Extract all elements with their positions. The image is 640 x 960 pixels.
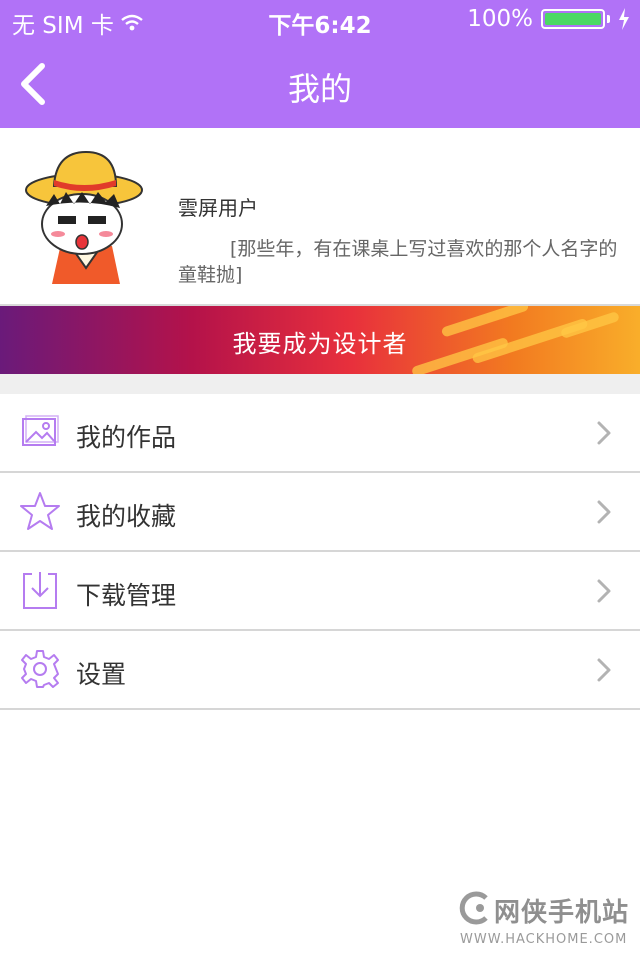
gear-icon	[21, 650, 59, 688]
chevron-right-icon	[597, 500, 611, 524]
menu-item-label: 设置	[76, 660, 127, 689]
menu-item-label: 下载管理	[76, 581, 177, 610]
status-bar: 无 SIM 卡 下午6:42 100%	[0, 0, 640, 40]
avatar[interactable]	[24, 150, 148, 284]
battery-cap	[607, 15, 610, 23]
charging-bolt-icon	[619, 8, 629, 30]
top-bar: 无 SIM 卡 下午6:42 100% 我的	[0, 0, 640, 128]
battery-icon	[541, 9, 605, 29]
menu-item-downloads[interactable]: 下载管理	[0, 552, 640, 631]
watermark-url: WWW.HACKHOME.COM	[460, 932, 628, 947]
menu-item-settings[interactable]: 设置	[0, 631, 640, 710]
watermark-logo-icon	[459, 891, 488, 925]
username: 雲屏用户	[178, 196, 258, 220]
chevron-right-icon	[597, 579, 611, 603]
menu-item-label: 我的收藏	[76, 502, 177, 531]
menu-item-my-works[interactable]: 我的作品	[0, 394, 640, 473]
page-title: 我的	[287, 70, 352, 108]
menu-list: 我的作品 我的收藏 下载管理 设置	[0, 394, 640, 710]
watermark-name: 网侠手机站	[494, 898, 630, 928]
become-designer-banner[interactable]: 我要成为设计者	[0, 306, 640, 374]
status-right: 100%	[467, 6, 630, 32]
menu-item-label: 我的作品	[76, 423, 177, 452]
menu-item-my-favorites[interactable]: 我的收藏	[0, 473, 640, 552]
section-divider	[0, 374, 640, 394]
battery-percent: 100%	[467, 6, 533, 32]
nav-bar: 我的	[0, 40, 640, 128]
battery-fill	[545, 13, 601, 25]
chevron-right-icon	[597, 421, 611, 445]
banner-label: 我要成为设计者	[232, 330, 408, 358]
download-icon	[23, 572, 57, 609]
image-icon	[22, 415, 59, 446]
watermark: 网侠手机站 WWW.HACKHOME.COM	[454, 888, 634, 954]
user-signature: [那些年，有在课桌上写过喜欢的那个人名字的童鞋抛]	[178, 238, 618, 286]
chevron-right-icon	[597, 658, 611, 682]
profile-card[interactable]: 雲屏用户 [那些年，有在课桌上写过喜欢的那个人名字的童鞋抛]	[0, 128, 640, 306]
star-icon	[20, 492, 60, 530]
